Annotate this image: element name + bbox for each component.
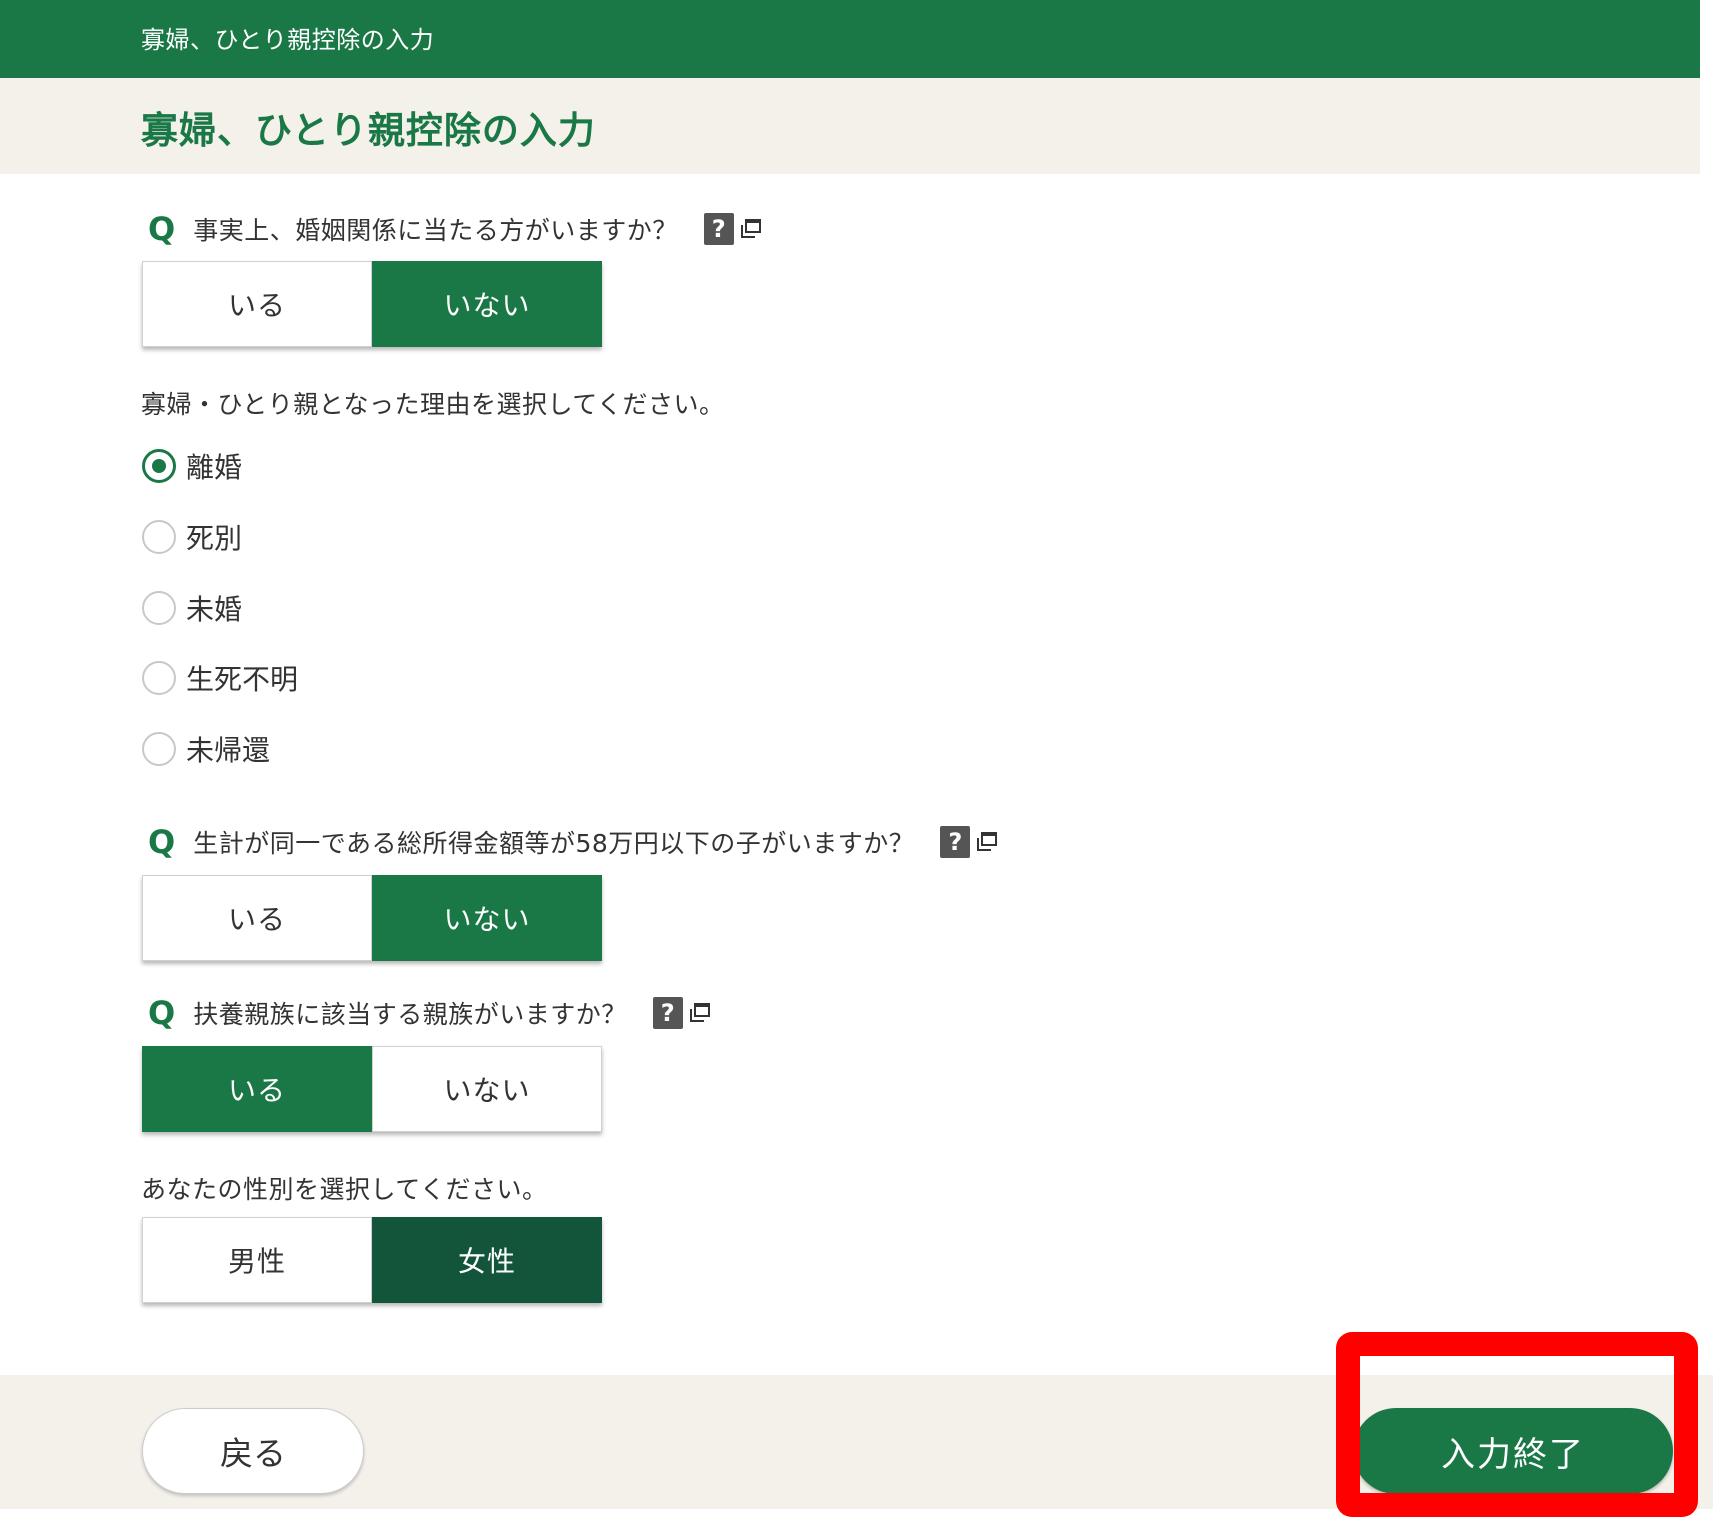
radio-label: 未帰還 — [186, 734, 271, 767]
q-mark: Q — [148, 823, 176, 861]
popup-window-icon[interactable] — [976, 831, 998, 853]
option-iru[interactable]: いる — [142, 261, 372, 347]
radio-missing[interactable]: 生死不明 — [142, 660, 298, 696]
page-header: 寡婦、ひとり親控除の入力 — [0, 78, 1700, 174]
radio-bereavement[interactable]: 死別 — [142, 519, 242, 555]
question-marital-relation: Q 事実上、婚姻関係に当たる方がいますか？ ? — [148, 212, 762, 246]
top-bar: 寡婦、ひとり親控除の入力 — [0, 0, 1700, 78]
q-mark: Q — [148, 994, 176, 1032]
gender-instruction: あなたの性別を選択してください。 — [141, 1175, 548, 1204]
radio-label: 死別 — [186, 522, 243, 555]
radio-icon[interactable] — [142, 591, 176, 625]
footer: 戻る 入力終了 — [0, 1375, 1713, 1509]
top-bar-title: 寡婦、ひとり親控除の入力 — [141, 26, 435, 54]
question-text: 扶養親族に該当する親族がいますか？ — [193, 1000, 627, 1029]
option-iru[interactable]: いる — [142, 875, 372, 961]
question-text: 事実上、婚姻関係に当たる方がいますか？ — [193, 216, 678, 245]
q-mark: Q — [148, 210, 176, 248]
radio-icon[interactable] — [142, 449, 176, 483]
popup-window-icon[interactable] — [740, 218, 762, 240]
popup-window-icon[interactable] — [689, 1002, 711, 1024]
option-iru[interactable]: いる — [142, 1046, 372, 1132]
radio-icon[interactable] — [142, 520, 176, 554]
page: 寡婦、ひとり親控除の入力 寡婦、ひとり親控除の入力 Q 事実上、婚姻関係に当たる… — [0, 0, 1713, 1523]
radio-unmarried[interactable]: 未婚 — [142, 590, 242, 626]
option-inai[interactable]: いない — [372, 875, 602, 961]
finish-input-button[interactable]: 入力終了 — [1353, 1408, 1673, 1494]
radio-label: 離婚 — [186, 451, 243, 484]
help-icon[interactable]: ? — [652, 997, 683, 1029]
radio-icon[interactable] — [142, 732, 176, 766]
page-title: 寡婦、ひとり親控除の入力 — [141, 109, 596, 152]
toggle-dependent-relative: いる いない — [142, 1046, 602, 1132]
radio-divorce[interactable]: 離婚 — [142, 448, 242, 484]
radio-label: 生死不明 — [186, 663, 299, 696]
option-inai[interactable]: いない — [372, 261, 602, 347]
help-icon[interactable]: ? — [940, 826, 971, 858]
toggle-dependent-child: いる いない — [142, 875, 602, 961]
help-icon[interactable]: ? — [703, 213, 734, 245]
toggle-gender: 男性 女性 — [142, 1217, 602, 1303]
reason-instruction: 寡婦・ひとり親となった理由を選択してください。 — [141, 390, 725, 419]
toggle-marital-relation: いる いない — [142, 261, 602, 347]
question-dependent-relative: Q 扶養親族に該当する親族がいますか？ ? — [148, 996, 711, 1030]
option-female[interactable]: 女性 — [372, 1217, 602, 1303]
option-inai[interactable]: いない — [372, 1046, 602, 1132]
question-dependent-child: Q 生計が同一である総所得金額等が58万円以下の子がいますか？ ? — [148, 825, 998, 859]
question-text: 生計が同一である総所得金額等が58万円以下の子がいますか？ — [193, 829, 915, 858]
radio-label: 未婚 — [186, 593, 243, 626]
radio-not-returned[interactable]: 未帰還 — [142, 731, 270, 767]
radio-icon[interactable] — [142, 661, 176, 695]
back-button[interactable]: 戻る — [142, 1408, 364, 1494]
option-male[interactable]: 男性 — [142, 1217, 372, 1303]
